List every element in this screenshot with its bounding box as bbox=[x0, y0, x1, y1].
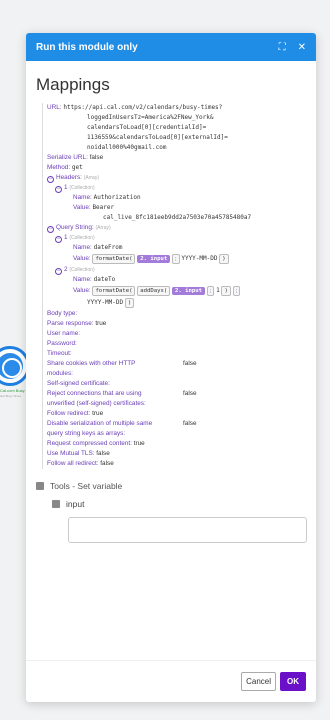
ok-button[interactable]: OK bbox=[280, 672, 306, 691]
reject-row: Reject connections that are using false bbox=[47, 390, 197, 397]
share-cookies-row: Share cookies with other HTTP false bbox=[47, 360, 197, 367]
tools-set-variable[interactable]: Tools - Set variable bbox=[36, 481, 306, 491]
user-name-row: User name: bbox=[47, 330, 81, 337]
headers-row[interactable]: − Headers: (Array) bbox=[47, 173, 306, 183]
password-row: Password: bbox=[47, 340, 77, 347]
reject-line2: unverified (self-signed) certificates: bbox=[47, 400, 146, 407]
expand-icon[interactable]: ⛶ bbox=[279, 42, 286, 53]
collapse-icon[interactable]: − bbox=[55, 268, 62, 275]
url-line-0: https://api.cal.com/v2/calendars/busy-ti… bbox=[63, 104, 223, 111]
method-row: Method: get bbox=[47, 164, 83, 171]
share-cookies-line2: modules: bbox=[47, 370, 73, 377]
header-value-row: Value: Bearer bbox=[73, 204, 115, 211]
disable-serialization-row: Disable serialization of multiple same f… bbox=[47, 420, 197, 427]
serialize-url-row: Serialize URL: false bbox=[47, 154, 104, 161]
cancel-button[interactable]: Cancel bbox=[241, 672, 276, 691]
node-sublabel: Get Busy Times bbox=[0, 394, 22, 398]
query-string-row[interactable]: − Query String: (Array) bbox=[47, 223, 306, 233]
header-item-row[interactable]: −1 (Collection) bbox=[47, 183, 306, 193]
collapse-icon[interactable]: − bbox=[47, 226, 54, 233]
url-line-3: 1136559&calendarsToLoad[0][externalId]= bbox=[87, 134, 228, 141]
collapse-icon[interactable]: − bbox=[55, 186, 62, 193]
mappings-tree: URL: https://api.cal.com/v2/calendars/bu… bbox=[42, 103, 306, 469]
disable-serialization-line2: query string keys as arrays: bbox=[47, 430, 126, 437]
dialog-header: Run this module only ⛶ ✕ bbox=[26, 33, 316, 61]
header-token: cal_live_8fc181eeb9dd2a7503e70a45785480a… bbox=[103, 214, 252, 221]
header-name-row: Name: Authorization bbox=[73, 194, 141, 201]
query1-value-row: Value: formatDate( 2. input ; YYYY-MM-DD… bbox=[47, 253, 306, 265]
variable-pill[interactable]: 2. input bbox=[172, 287, 205, 295]
query2-format: YYYY-MM-DD bbox=[87, 299, 124, 306]
body-type-row: Body type: bbox=[47, 310, 78, 317]
query-item2-row[interactable]: −2 (Collection) bbox=[47, 265, 306, 275]
input-value-box[interactable] bbox=[68, 517, 307, 543]
url-line-2: calendarsToLoad[0][credentialId]= bbox=[87, 124, 207, 131]
run-module-dialog: Run this module only ⛶ ✕ Mappings URL: h… bbox=[26, 33, 316, 702]
query-item1-row[interactable]: −1 (Collection) bbox=[47, 233, 306, 243]
query1-name-row: Name: dateFrom bbox=[73, 244, 123, 251]
parse-response-row: Parse response: true bbox=[47, 320, 107, 327]
query2-value-row: Value: formatDate( addDays( 2. input ; 1… bbox=[47, 285, 306, 297]
url-row: URL: https://api.cal.com/v2/calendars/bu… bbox=[47, 104, 223, 111]
timeout-row: Timeout: bbox=[47, 350, 72, 357]
url-line-1: loggedInUsersTz=America%2FNew_York& bbox=[87, 114, 214, 121]
checkbox-icon[interactable] bbox=[36, 482, 44, 490]
mappings-heading: Mappings bbox=[36, 75, 110, 94]
request-compressed-row: Request compressed content: true bbox=[47, 440, 145, 447]
collapse-icon[interactable]: − bbox=[47, 176, 54, 183]
url-line-4: noidall000%40gmail.com bbox=[87, 144, 167, 151]
variable-pill[interactable]: 2. input bbox=[137, 255, 171, 263]
input-field-label[interactable]: input bbox=[52, 499, 306, 509]
query2-name-row: Name: dateTo bbox=[73, 276, 116, 283]
follow-all-row: Follow all redirect: false bbox=[47, 460, 114, 467]
follow-redirect-row: Follow redirect: true bbox=[47, 410, 104, 417]
close-icon[interactable]: ✕ bbox=[298, 42, 306, 53]
self-signed-row: Self-signed certificate: bbox=[47, 380, 110, 387]
collapse-icon[interactable]: − bbox=[55, 236, 62, 243]
checkbox-icon[interactable] bbox=[52, 500, 60, 508]
dialog-footer: Cancel OK bbox=[26, 660, 316, 702]
dialog-title: Run this module only bbox=[36, 41, 138, 53]
mutual-tls-row: Use Mutual TLS: false bbox=[47, 450, 110, 457]
